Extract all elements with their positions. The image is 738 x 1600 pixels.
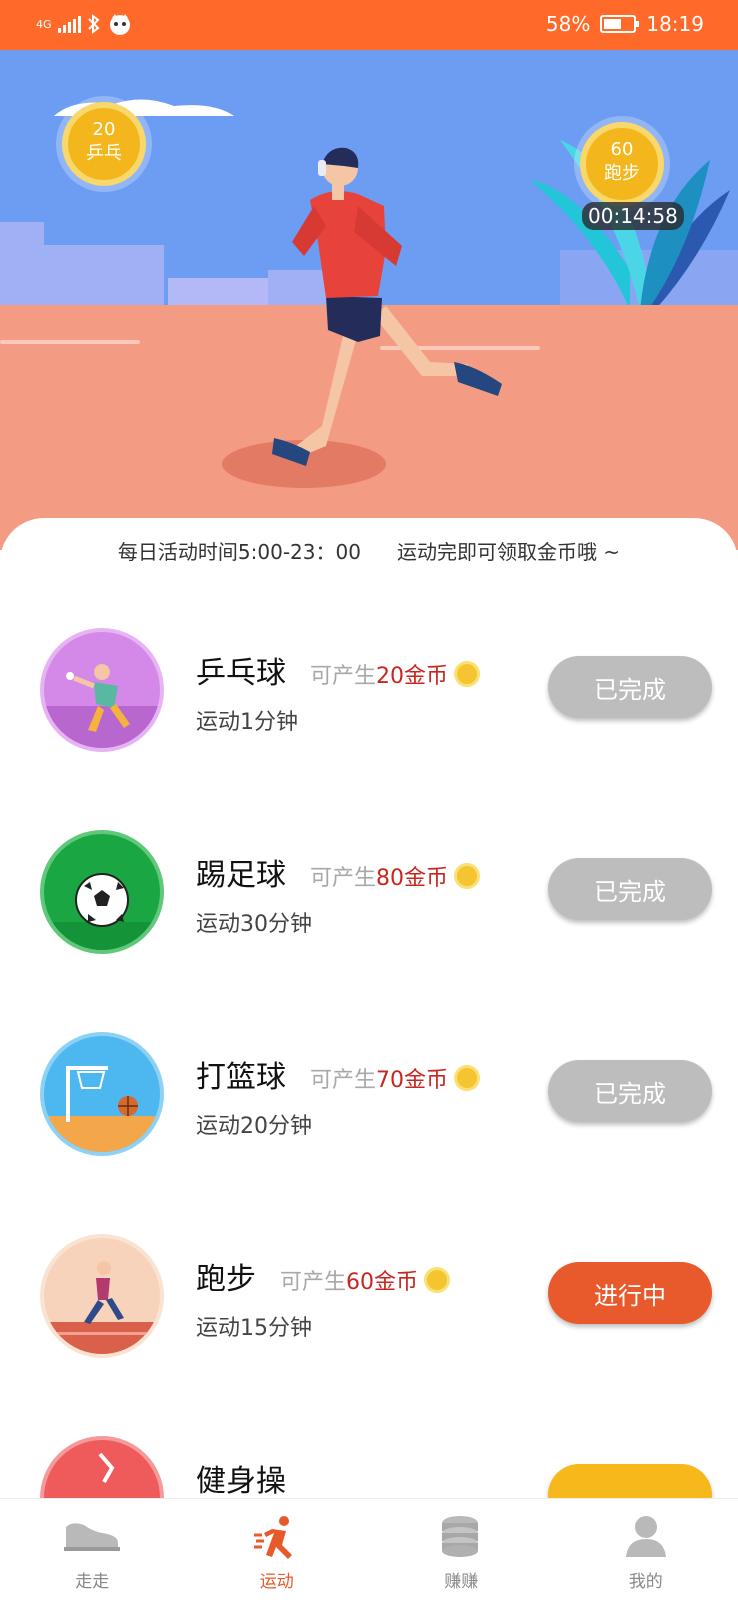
runner-illustration bbox=[272, 147, 502, 466]
completed-button[interactable]: 已完成 bbox=[548, 858, 712, 920]
running-timer: 00:14:58 bbox=[582, 202, 684, 230]
nav-item-mine[interactable]: 我的 bbox=[554, 1499, 738, 1600]
building bbox=[0, 222, 44, 312]
nav-item-walk[interactable]: 走走 bbox=[0, 1499, 185, 1600]
nav-label: 走走 bbox=[75, 1572, 110, 1592]
coin-icon bbox=[454, 1065, 481, 1091]
status-right: 58% 18:19 bbox=[546, 12, 704, 36]
coin-icon bbox=[424, 1267, 451, 1293]
activity-reward: 可产生 80金币 bbox=[310, 860, 481, 892]
activity-reward: 可产生 20金币 bbox=[310, 658, 481, 690]
running-icon bbox=[40, 1234, 164, 1358]
battery-icon bbox=[600, 15, 640, 33]
table-tennis-icon bbox=[40, 628, 164, 752]
reward-amount: 60金币 bbox=[346, 1270, 419, 1295]
activity-title: 跑步 bbox=[196, 1262, 256, 1297]
activity-duration: 运动20分钟 bbox=[196, 1114, 312, 1139]
hero-banner: 20 乒乓 60 跑步 00:14:58 bbox=[0, 50, 738, 550]
running-coin-badge[interactable]: 60 跑步 bbox=[580, 122, 664, 206]
in-progress-button[interactable]: 进行中 bbox=[548, 1262, 712, 1324]
activity-tip: 运动完即可领取金币哦 ~ bbox=[396, 540, 621, 564]
football-icon bbox=[40, 830, 164, 954]
badge-amount: 20 bbox=[92, 119, 116, 140]
activity-title: 踢足球 bbox=[196, 858, 286, 893]
list-item-running: 跑步 可产生 60金币 运动15分钟 进行中 bbox=[0, 1234, 738, 1374]
reward-amount: 80金币 bbox=[376, 866, 449, 891]
activity-notice: 每日活动时间5:00-23：00 运动完即可领取金币哦 ~ bbox=[0, 536, 738, 565]
nav-item-sport[interactable]: 运动 bbox=[185, 1499, 370, 1600]
activity-title: 乒乓球 bbox=[196, 656, 286, 691]
list-item-basketball: 打篮球 可产生 70金币 运动20分钟 已完成 bbox=[0, 1032, 738, 1172]
pet-app-icon bbox=[109, 14, 130, 35]
list-item-table-tennis: 乒乓球 可产生 20金币 运动1分钟 已完成 bbox=[0, 628, 738, 768]
reward-amount: 70金币 bbox=[376, 1068, 449, 1093]
activity-title: 健身操 bbox=[196, 1464, 286, 1499]
reward-amount: 20金币 bbox=[376, 664, 449, 689]
reward-prefix: 可产生 bbox=[280, 1270, 347, 1295]
coin-icon bbox=[454, 863, 481, 889]
reward-prefix: 可产生 bbox=[310, 866, 377, 891]
coin-icon bbox=[454, 661, 481, 687]
nav-label: 我的 bbox=[628, 1572, 663, 1592]
activity-reward: 可产生 70金币 bbox=[310, 1062, 481, 1094]
clock: 18:19 bbox=[646, 12, 704, 36]
shoe-icon bbox=[64, 1523, 121, 1551]
signal-icon bbox=[57, 15, 81, 33]
activity-duration: 运动1分钟 bbox=[196, 710, 298, 735]
activity-panel: 每日活动时间5:00-23：00 运动完即可领取金币哦 ~ 乒乓球 可产生 20金币… bbox=[0, 518, 738, 1560]
reward-prefix: 可产生 bbox=[310, 664, 377, 689]
activity-reward: 可产生 60金币 bbox=[280, 1264, 451, 1296]
activity-title: 打篮球 bbox=[196, 1060, 286, 1095]
activity-hours: 每日活动时间5:00-23：00 bbox=[117, 540, 361, 564]
basketball-icon bbox=[40, 1032, 164, 1156]
list-item-football: 踢足球 可产生 80金币 运动30分钟 已完成 bbox=[0, 830, 738, 970]
status-left: 4G bbox=[36, 12, 133, 36]
battery-percent: 58% bbox=[545, 12, 591, 36]
activity-duration: 运动15分钟 bbox=[196, 1316, 312, 1341]
badge-amount: 60 bbox=[610, 139, 634, 160]
building bbox=[44, 245, 164, 312]
reward-prefix: 可产生 bbox=[310, 1068, 377, 1093]
completed-button[interactable]: 已完成 bbox=[548, 656, 712, 718]
coins-stack-icon bbox=[442, 1516, 479, 1557]
nav-item-earn[interactable]: 赚赚 bbox=[369, 1499, 554, 1600]
track-lane bbox=[0, 340, 140, 344]
user-icon bbox=[625, 1516, 666, 1557]
activity-duration: 运动30分钟 bbox=[196, 912, 312, 937]
bluetooth-icon bbox=[87, 14, 100, 34]
badge-name: 乒乓 bbox=[86, 143, 122, 164]
nav-label: 赚赚 bbox=[444, 1572, 479, 1592]
badge-name: 跑步 bbox=[604, 163, 640, 184]
runner-icon bbox=[253, 1516, 292, 1559]
bottom-nav: 走走 运动 赚赚 我的 bbox=[0, 1498, 738, 1600]
completed-button[interactable]: 已完成 bbox=[548, 1060, 712, 1122]
table-tennis-coin-badge[interactable]: 20 乒乓 bbox=[62, 102, 146, 186]
status-bar: 4G 58% 18:19 bbox=[0, 0, 738, 50]
network-label: 4G bbox=[36, 17, 52, 31]
nav-label: 运动 bbox=[259, 1572, 294, 1592]
